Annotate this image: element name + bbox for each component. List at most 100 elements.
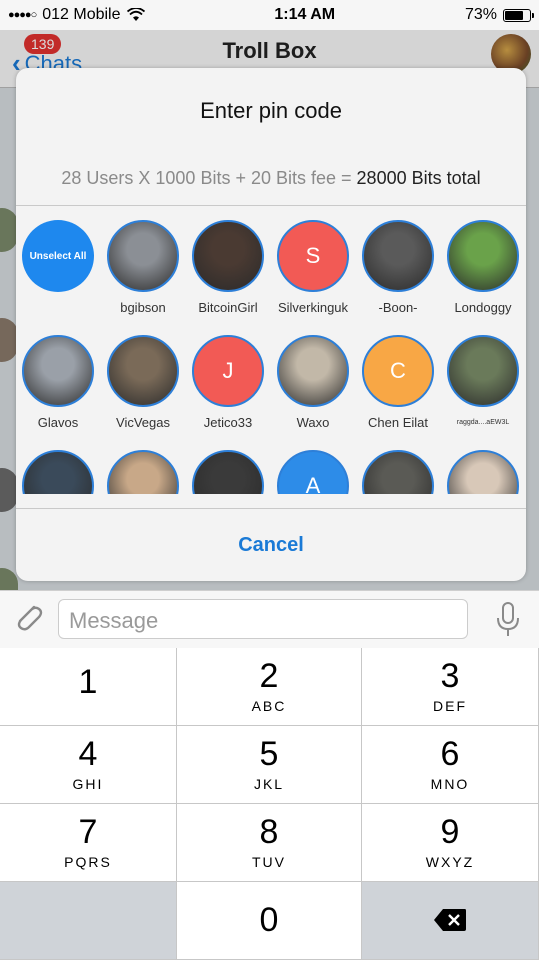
user-tile[interactable] [186,450,270,494]
user-tile[interactable]: bgibson [101,220,185,315]
user-avatar [447,220,519,292]
microphone-icon[interactable] [495,601,521,639]
user-name: Chen Eilat [368,415,428,430]
key-9[interactable]: 9 WXYZ [362,804,539,882]
user-initial-avatar: S [277,220,349,292]
user-tile[interactable]: C Chen Eilat [356,335,440,430]
user-name: Glavos [37,415,79,430]
user-name: bgibson [120,300,166,315]
user-tile[interactable] [441,450,525,494]
key-letters: TUV [252,854,286,870]
cancel-button[interactable]: Cancel [16,534,526,557]
user-name: Silverkinguk [277,300,349,315]
key-6[interactable]: 6 MNO [362,726,539,804]
user-tile[interactable]: BitcoinGirl [186,220,270,315]
user-initial-avatar: A [277,450,349,494]
battery-percent: 73% [464,6,497,23]
key-3[interactable]: 3 DEF [362,648,539,726]
payment-summary: 28 Users X 1000 Bits + 20 Bits fee = 280… [16,168,526,189]
key-digit: 0 [259,901,279,939]
user-initial-avatar: J [192,335,264,407]
user-tile[interactable]: Glavos [16,335,100,430]
key-letters: GHI [72,776,104,792]
key-digit: 4 [78,735,98,773]
user-avatar [107,450,179,494]
key-digit: 8 [259,813,279,851]
user-name: BitcoinGirl [198,300,258,315]
key-8[interactable]: 8 TUV [177,804,362,882]
key-digit: 7 [78,813,98,851]
user-avatar [447,335,519,407]
summary-equation: 28 Users X 1000 Bits + 20 Bits fee = [61,168,352,188]
message-input-bar: Message [0,590,539,648]
key-digit: 5 [259,735,279,773]
paperclip-icon[interactable] [12,601,44,637]
user-name: Waxo [296,415,330,430]
user-tile[interactable]: raggda....aEW3L [441,335,525,426]
user-avatar [22,335,94,407]
user-tile[interactable]: Londoggy [441,220,525,315]
user-avatar [192,450,264,494]
status-bar: ●●●●○ 012 Mobile 1:14 AM 73% [0,0,539,30]
user-tile[interactable]: -Boon- [356,220,440,315]
user-name: Jetico33 [203,415,253,430]
user-avatar [277,335,349,407]
battery-icon [503,8,534,22]
numeric-keypad: 1 2 ABC 3 DEF 4 GHI 5 JKL 6 MNO 7 PQRS 8 TUV 9 WXYZ 0 [0,648,539,960]
key-letters: ABC [251,698,287,714]
key-letters: WXYZ [425,854,475,870]
wifi-icon [126,8,145,21]
user-avatar [362,450,434,494]
user-name: -Boon- [378,300,418,315]
backspace-icon [434,909,466,931]
user-tile[interactable]: S Silverkinguk [271,220,355,315]
user-name: raggda....aEW3L [456,419,510,426]
carrier-label: 012 Mobile [42,6,121,23]
summary-total: 28000 Bits total [356,168,481,188]
user-name: Londoggy [454,300,512,315]
user-avatar [447,450,519,494]
key-0[interactable]: 0 [177,882,362,960]
key-digit: 3 [440,657,460,695]
key-2[interactable]: 2 ABC [177,648,362,726]
user-avatar [192,220,264,292]
user-tile[interactable]: Waxo [271,335,355,430]
dialog-title: Enter pin code [200,98,342,123]
user-avatar [107,335,179,407]
key-digit: 2 [259,657,279,695]
user-avatar [362,220,434,292]
key-letters: DEF [433,698,467,714]
empty-key [0,882,177,960]
divider [16,205,526,206]
unselect-all-label: Unselect All [22,220,94,292]
key-letters: JKL [253,776,285,792]
user-tile[interactable]: J Jetico33 [186,335,270,430]
user-avatar [22,450,94,494]
message-input[interactable]: Message [58,599,468,639]
user-tile[interactable]: VicVegas [101,335,185,430]
user-avatar [107,220,179,292]
pin-dialog: Enter pin code 28 Users X 1000 Bits + 20… [16,68,526,581]
key-letters: PQRS [64,854,112,870]
signal-icon: ●●●●○ [8,9,37,21]
key-digit: 9 [440,813,460,851]
unselect-all-button[interactable]: Unselect All [16,220,100,292]
key-5[interactable]: 5 JKL [177,726,362,804]
user-tile[interactable] [356,450,440,494]
user-initial-avatar: C [362,335,434,407]
key-digit: 1 [78,663,98,701]
user-tile[interactable] [16,450,100,494]
user-name: VicVegas [116,415,170,430]
key-digit: 6 [440,735,460,773]
key-letters: MNO [430,776,470,792]
key-7[interactable]: 7 PQRS [0,804,177,882]
key-1[interactable]: 1 [0,648,177,726]
user-tile[interactable] [101,450,185,494]
key-4[interactable]: 4 GHI [0,726,177,804]
divider [16,508,526,509]
screen: ●●●●○ 012 Mobile 1:14 AM 73% ‹ Chats 139… [0,0,539,960]
user-grid: Unselect All bgibson BitcoinGirl S Silverkin… [16,218,526,494]
clock: 1:14 AM [274,6,336,23]
user-tile[interactable]: A [271,450,355,494]
delete-key[interactable] [362,882,539,960]
